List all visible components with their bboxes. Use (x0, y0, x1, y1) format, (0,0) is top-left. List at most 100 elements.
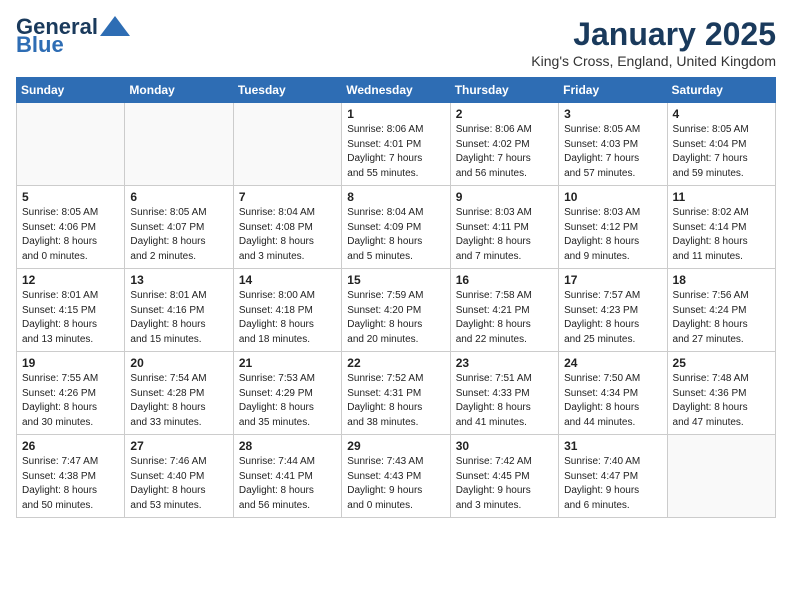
day-info: Sunrise: 7:57 AM Sunset: 4:23 PM Dayligh… (564, 289, 661, 347)
day-cell: 9 Sunrise: 8:03 AM Sunset: 4:11 PM Daylig… (450, 186, 558, 269)
day-info: Sunrise: 7:43 AM Sunset: 4:43 PM Dayligh… (347, 455, 444, 513)
day-number: 7 (239, 190, 336, 204)
day-cell: 6 Sunrise: 8:05 AM Sunset: 4:07 PM Daylig… (125, 186, 233, 269)
calendar-title: January 2025 (531, 16, 776, 53)
day-number: 18 (673, 273, 770, 287)
day-info: Sunrise: 7:56 AM Sunset: 4:24 PM Dayligh… (673, 289, 770, 347)
calendar-subtitle: King's Cross, England, United Kingdom (531, 53, 776, 69)
day-cell: 29 Sunrise: 7:43 AM Sunset: 4:43 PM Dayli… (342, 435, 450, 518)
day-cell (233, 103, 341, 186)
day-number: 10 (564, 190, 661, 204)
day-cell: 18 Sunrise: 7:56 AM Sunset: 4:24 PM Dayli… (667, 269, 775, 352)
day-cell: 19Sunrise: 7:55 AM Sunset: 4:26 PM Dayli… (17, 352, 125, 435)
day-info: Sunrise: 8:05 AM Sunset: 4:06 PM Dayligh… (22, 206, 119, 264)
day-cell: 25Sunrise: 7:48 AM Sunset: 4:36 PM Dayli… (667, 352, 775, 435)
day-cell: 27 Sunrise: 7:46 AM Sunset: 4:40 PM Dayli… (125, 435, 233, 518)
weekday-header-thursday: Thursday (450, 78, 558, 103)
week-row-1: 1 Sunrise: 8:06 AM Sunset: 4:01 PM Daylig… (17, 103, 776, 186)
day-info: Sunrise: 7:40 AM Sunset: 4:47 PM Dayligh… (564, 455, 661, 513)
day-info: Sunrise: 8:05 AM Sunset: 4:07 PM Dayligh… (130, 206, 227, 264)
week-row-3: 12 Sunrise: 8:01 AM Sunset: 4:15 PM Dayli… (17, 269, 776, 352)
day-info: Sunrise: 8:01 AM Sunset: 4:16 PM Dayligh… (130, 289, 227, 347)
day-info: Sunrise: 7:58 AM Sunset: 4:21 PM Dayligh… (456, 289, 553, 347)
day-info: Sunrise: 7:53 AM Sunset: 4:29 PM Dayligh… (239, 372, 336, 430)
day-cell: 22 Sunrise: 7:52 AM Sunset: 4:31 PM Dayli… (342, 352, 450, 435)
day-info: Sunrise: 7:46 AM Sunset: 4:40 PM Dayligh… (130, 455, 227, 513)
weekday-header-friday: Friday (559, 78, 667, 103)
day-cell: 26 Sunrise: 7:47 AM Sunset: 4:38 PM Dayli… (17, 435, 125, 518)
day-cell: 13 Sunrise: 8:01 AM Sunset: 4:16 PM Dayli… (125, 269, 233, 352)
day-number: 6 (130, 190, 227, 204)
weekday-header-monday: Monday (125, 78, 233, 103)
day-number: 5 (22, 190, 119, 204)
day-info: Sunrise: 8:02 AM Sunset: 4:14 PM Dayligh… (673, 206, 770, 264)
day-number: 2 (456, 107, 553, 121)
day-number: 15 (347, 273, 444, 287)
day-number: 30 (456, 439, 553, 453)
day-number: 3 (564, 107, 661, 121)
day-number: 16 (456, 273, 553, 287)
title-block: January 2025 King's Cross, England, Unit… (531, 16, 776, 69)
day-info: Sunrise: 7:50 AM Sunset: 4:34 PM Dayligh… (564, 372, 661, 430)
day-number: 20 (130, 356, 227, 370)
day-number: 14 (239, 273, 336, 287)
day-cell: 15 Sunrise: 7:59 AM Sunset: 4:20 PM Dayli… (342, 269, 450, 352)
day-number: 17 (564, 273, 661, 287)
day-info: Sunrise: 8:03 AM Sunset: 4:11 PM Dayligh… (456, 206, 553, 264)
day-cell: 21Sunrise: 7:53 AM Sunset: 4:29 PM Dayli… (233, 352, 341, 435)
day-cell: 8Sunrise: 8:04 AM Sunset: 4:09 PM Daylig… (342, 186, 450, 269)
calendar-table: SundayMondayTuesdayWednesdayThursdayFrid… (16, 77, 776, 518)
weekday-header-sunday: Sunday (17, 78, 125, 103)
day-cell: 30 Sunrise: 7:42 AM Sunset: 4:45 PM Dayli… (450, 435, 558, 518)
day-number: 9 (456, 190, 553, 204)
day-cell: 11 Sunrise: 8:02 AM Sunset: 4:14 PM Dayli… (667, 186, 775, 269)
day-info: Sunrise: 8:04 AM Sunset: 4:08 PM Dayligh… (239, 206, 336, 264)
day-number: 11 (673, 190, 770, 204)
day-number: 29 (347, 439, 444, 453)
day-number: 1 (347, 107, 444, 121)
day-info: Sunrise: 7:54 AM Sunset: 4:28 PM Dayligh… (130, 372, 227, 430)
day-info: Sunrise: 7:52 AM Sunset: 4:31 PM Dayligh… (347, 372, 444, 430)
day-info: Sunrise: 8:06 AM Sunset: 4:01 PM Dayligh… (347, 123, 444, 181)
week-row-2: 5 Sunrise: 8:05 AM Sunset: 4:06 PM Daylig… (17, 186, 776, 269)
day-info: Sunrise: 8:03 AM Sunset: 4:12 PM Dayligh… (564, 206, 661, 264)
day-info: Sunrise: 7:59 AM Sunset: 4:20 PM Dayligh… (347, 289, 444, 347)
day-cell: 3 Sunrise: 8:05 AM Sunset: 4:03 PM Daylig… (559, 103, 667, 186)
logo-icon (100, 16, 130, 36)
day-number: 4 (673, 107, 770, 121)
weekday-header-saturday: Saturday (667, 78, 775, 103)
day-info: Sunrise: 8:05 AM Sunset: 4:03 PM Dayligh… (564, 123, 661, 181)
day-info: Sunrise: 8:04 AM Sunset: 4:09 PM Dayligh… (347, 206, 444, 264)
day-number: 24 (564, 356, 661, 370)
day-info: Sunrise: 8:06 AM Sunset: 4:02 PM Dayligh… (456, 123, 553, 181)
day-number: 31 (564, 439, 661, 453)
day-cell: 12 Sunrise: 8:01 AM Sunset: 4:15 PM Dayli… (17, 269, 125, 352)
day-cell: 5 Sunrise: 8:05 AM Sunset: 4:06 PM Daylig… (17, 186, 125, 269)
day-cell: 23Sunrise: 7:51 AM Sunset: 4:33 PM Dayli… (450, 352, 558, 435)
day-number: 22 (347, 356, 444, 370)
day-info: Sunrise: 7:47 AM Sunset: 4:38 PM Dayligh… (22, 455, 119, 513)
week-row-4: 19Sunrise: 7:55 AM Sunset: 4:26 PM Dayli… (17, 352, 776, 435)
day-cell: 16 Sunrise: 7:58 AM Sunset: 4:21 PM Dayli… (450, 269, 558, 352)
day-cell: 1 Sunrise: 8:06 AM Sunset: 4:01 PM Daylig… (342, 103, 450, 186)
day-number: 19 (22, 356, 119, 370)
logo-blue-text: Blue (16, 34, 64, 56)
day-cell: 17 Sunrise: 7:57 AM Sunset: 4:23 PM Dayli… (559, 269, 667, 352)
day-number: 26 (22, 439, 119, 453)
logo: General Blue (16, 16, 130, 56)
day-info: Sunrise: 7:44 AM Sunset: 4:41 PM Dayligh… (239, 455, 336, 513)
day-info: Sunrise: 7:42 AM Sunset: 4:45 PM Dayligh… (456, 455, 553, 513)
day-info: Sunrise: 8:01 AM Sunset: 4:15 PM Dayligh… (22, 289, 119, 347)
weekday-header-wednesday: Wednesday (342, 78, 450, 103)
day-number: 27 (130, 439, 227, 453)
day-number: 13 (130, 273, 227, 287)
day-cell (125, 103, 233, 186)
day-cell: 20 Sunrise: 7:54 AM Sunset: 4:28 PM Dayli… (125, 352, 233, 435)
day-cell: 14Sunrise: 8:00 AM Sunset: 4:18 PM Dayli… (233, 269, 341, 352)
day-number: 12 (22, 273, 119, 287)
day-cell: 24 Sunrise: 7:50 AM Sunset: 4:34 PM Dayli… (559, 352, 667, 435)
day-cell: 7 Sunrise: 8:04 AM Sunset: 4:08 PM Daylig… (233, 186, 341, 269)
day-cell: 4Sunrise: 8:05 AM Sunset: 4:04 PM Daylig… (667, 103, 775, 186)
day-cell (667, 435, 775, 518)
day-info: Sunrise: 7:48 AM Sunset: 4:36 PM Dayligh… (673, 372, 770, 430)
